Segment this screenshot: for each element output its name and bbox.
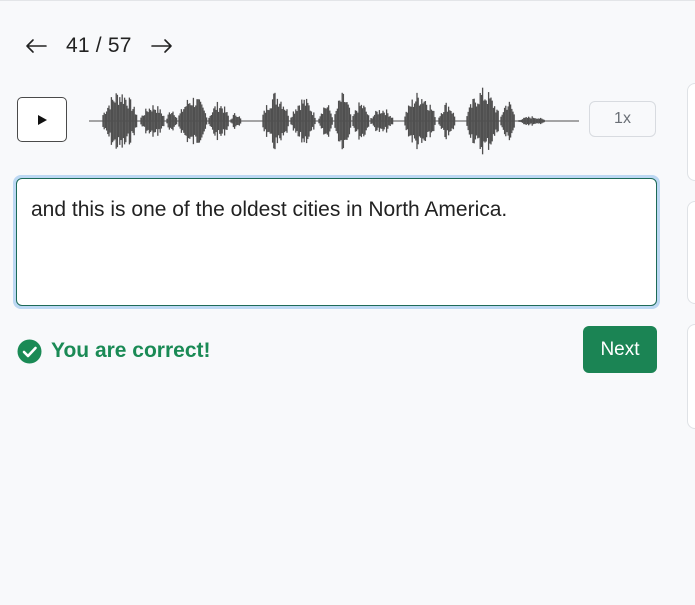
waveform-bars <box>102 87 545 155</box>
prev-button[interactable] <box>24 34 48 58</box>
side-panel-card <box>687 83 695 181</box>
answer-field-focus-ring: and this is one of the oldest cities in … <box>13 175 660 309</box>
answer-input[interactable]: and this is one of the oldest cities in … <box>16 178 657 306</box>
item-counter: 41 / 57 <box>66 34 132 57</box>
play-button[interactable] <box>17 97 67 142</box>
pagination: 41 / 57 <box>24 31 174 61</box>
feedback-message: You are correct! <box>17 337 211 365</box>
play-icon <box>38 114 47 125</box>
playback-speed-button[interactable]: 1x <box>589 101 656 137</box>
arrow-right-icon <box>150 39 172 53</box>
next-button[interactable]: Next <box>583 326 657 373</box>
arrow-left-icon <box>26 39 47 53</box>
check-circle-icon <box>17 339 42 363</box>
audio-waveform[interactable] <box>89 85 579 157</box>
side-panel-card <box>687 201 695 304</box>
side-panel-card <box>687 324 695 429</box>
feedback-text: You are correct! <box>51 339 211 362</box>
next-item-button[interactable] <box>150 34 174 58</box>
exercise-page: 41 / 57 1x and this is one of the oldest… <box>0 0 695 605</box>
